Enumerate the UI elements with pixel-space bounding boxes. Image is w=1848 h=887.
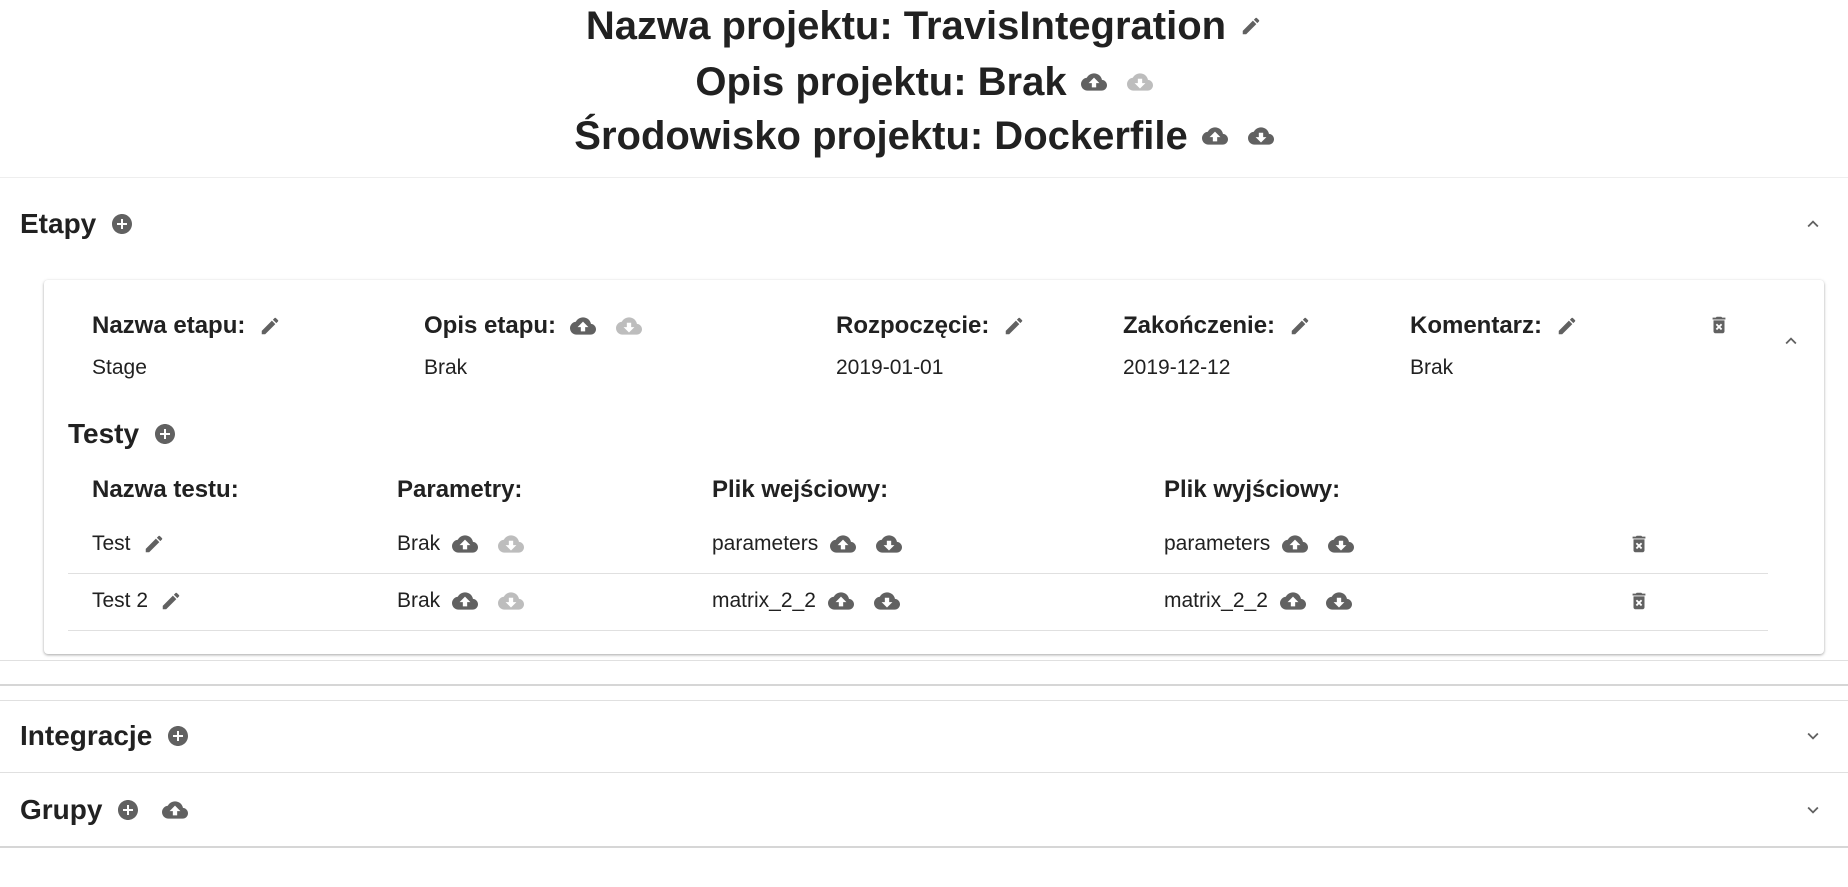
- download-output-file-cloud-download-icon[interactable]: [1328, 531, 1355, 557]
- test-input-file-cell: parameters: [712, 528, 903, 560]
- test-name-cell: Test 2: [92, 585, 182, 617]
- upload-environment-cloud-upload-icon[interactable]: [1201, 123, 1228, 149]
- edit-test-name-pencil-icon[interactable]: [160, 590, 182, 612]
- section-divider: [0, 772, 1848, 773]
- add-group-add-circle-icon[interactable]: [116, 798, 140, 822]
- stage-end-column: Zakończenie: 2019-12-12: [1123, 310, 1311, 380]
- test-name-cell: Test: [92, 528, 165, 560]
- tests-header-parameters: Parametry:: [397, 476, 523, 503]
- tests-subsection-header: Testy: [68, 414, 177, 454]
- integrations-section-header[interactable]: Integracje: [0, 716, 1848, 756]
- stage-name-label: Nazwa etapu:: [92, 312, 246, 339]
- test-parameters: Brak: [397, 532, 441, 555]
- collapse-stage-chevron-up-icon[interactable]: [1780, 330, 1802, 352]
- download-environment-cloud-download-icon[interactable]: [1247, 123, 1274, 149]
- stage-description-value: Brak: [424, 356, 468, 379]
- download-stage-description-cloud-download-icon: [616, 313, 643, 339]
- section-divider: [0, 700, 1848, 701]
- tests-header-output-file: Plik wyjściowy:: [1164, 476, 1341, 503]
- upload-stage-description-cloud-upload-icon[interactable]: [570, 313, 597, 339]
- add-stage-add-circle-icon[interactable]: [110, 212, 134, 236]
- upload-parameters-cloud-upload-icon[interactable]: [452, 531, 479, 557]
- collapse-stages-chevron-up-icon[interactable]: [1802, 213, 1824, 235]
- stage-description-column: Opis etapu: Brak: [424, 310, 643, 380]
- test-name: Test 2: [92, 589, 149, 612]
- upload-groups-cloud-upload-icon[interactable]: [162, 797, 189, 823]
- upload-description-cloud-upload-icon[interactable]: [1080, 69, 1107, 95]
- upload-input-file-cloud-upload-icon[interactable]: [830, 531, 857, 557]
- groups-section-header[interactable]: Grupy: [0, 790, 1848, 830]
- stage-comment-column: Komentarz: Brak: [1410, 310, 1578, 380]
- section-divider: [0, 684, 1848, 686]
- project-environment: Środowisko projektu: Dockerfile: [574, 113, 1188, 158]
- edit-stage-comment-pencil-icon[interactable]: [1556, 315, 1578, 337]
- download-input-file-cloud-download-icon[interactable]: [873, 588, 900, 614]
- add-integration-add-circle-icon[interactable]: [166, 724, 190, 748]
- project-header: Nazwa projektu: TravisIntegration Opis p…: [0, 0, 1848, 178]
- stage-card: Nazwa etapu: Stage Opis etapu: Brak Rozp…: [44, 280, 1824, 654]
- upload-input-file-cloud-upload-icon[interactable]: [827, 588, 854, 614]
- stage-name-column: Nazwa etapu: Stage: [92, 310, 281, 380]
- add-test-add-circle-icon[interactable]: [153, 422, 177, 446]
- row-divider: [68, 573, 1768, 574]
- upload-parameters-cloud-upload-icon[interactable]: [452, 588, 479, 614]
- test-parameters-cell: Brak: [397, 528, 525, 560]
- stage-comment-value: Brak: [1410, 356, 1454, 379]
- stage-start-value: 2019-01-01: [836, 356, 944, 379]
- stage-end-label: Zakończenie:: [1123, 312, 1276, 339]
- edit-stage-start-pencil-icon[interactable]: [1003, 315, 1025, 337]
- project-description: Opis projektu: Brak: [695, 59, 1067, 104]
- groups-section-title: Grupy: [20, 794, 103, 825]
- delete-stage-delete-icon[interactable]: [1708, 314, 1730, 336]
- upload-output-file-cloud-upload-icon[interactable]: [1279, 588, 1306, 614]
- delete-test-delete-icon[interactable]: [1628, 533, 1650, 555]
- stages-section-header[interactable]: Etapy: [0, 204, 1848, 244]
- stages-section-title: Etapy: [20, 208, 97, 239]
- stage-comment-label: Komentarz:: [1410, 312, 1543, 339]
- edit-test-name-pencil-icon[interactable]: [143, 533, 165, 555]
- row-divider: [68, 630, 1768, 631]
- test-parameters-cell: Brak: [397, 585, 525, 617]
- stage-start-column: Rozpoczęcie: 2019-01-01: [836, 310, 1025, 380]
- stage-name-value: Stage: [92, 356, 147, 379]
- test-name: Test: [92, 532, 131, 555]
- test-input-file: parameters: [712, 532, 819, 555]
- test-output-file-cell: parameters: [1164, 528, 1355, 560]
- expand-integrations-chevron-down-icon[interactable]: [1802, 725, 1824, 747]
- download-output-file-cloud-download-icon[interactable]: [1325, 588, 1352, 614]
- tests-header-input-file: Plik wejściowy:: [712, 476, 889, 503]
- project-environment-line: Środowisko projektu: Dockerfile: [0, 110, 1848, 162]
- test-output-file-cell: matrix_2_2: [1164, 585, 1352, 617]
- project-description-line: Opis projektu: Brak: [0, 56, 1848, 108]
- download-parameters-cloud-download-icon: [498, 531, 525, 557]
- test-output-file: matrix_2_2: [1164, 589, 1268, 612]
- test-output-file: parameters: [1164, 532, 1271, 555]
- stage-description-label: Opis etapu:: [424, 312, 557, 339]
- stage-start-label: Rozpoczęcie:: [836, 312, 990, 339]
- test-input-file: matrix_2_2: [712, 589, 816, 612]
- section-divider: [0, 846, 1848, 848]
- tests-header-name: Nazwa testu:: [92, 476, 239, 503]
- integrations-section-title: Integracje: [20, 720, 153, 751]
- test-parameters: Brak: [397, 589, 441, 612]
- project-name-line: Nazwa projektu: TravisIntegration: [0, 0, 1848, 52]
- stages-section-bottom-divider: [0, 660, 1848, 661]
- download-parameters-cloud-download-icon: [498, 588, 525, 614]
- edit-project-name-pencil-icon[interactable]: [1240, 15, 1262, 37]
- edit-stage-end-pencil-icon[interactable]: [1289, 315, 1311, 337]
- project-name: Nazwa projektu: TravisIntegration: [585, 3, 1227, 48]
- tests-title: Testy: [68, 418, 140, 449]
- test-input-file-cell: matrix_2_2: [712, 585, 900, 617]
- download-description-cloud-download-icon: [1126, 69, 1153, 95]
- expand-groups-chevron-down-icon[interactable]: [1802, 799, 1824, 821]
- download-input-file-cloud-download-icon[interactable]: [876, 531, 903, 557]
- edit-stage-name-pencil-icon[interactable]: [259, 315, 281, 337]
- upload-output-file-cloud-upload-icon[interactable]: [1282, 531, 1309, 557]
- delete-test-delete-icon[interactable]: [1628, 590, 1650, 612]
- stage-end-value: 2019-12-12: [1123, 356, 1231, 379]
